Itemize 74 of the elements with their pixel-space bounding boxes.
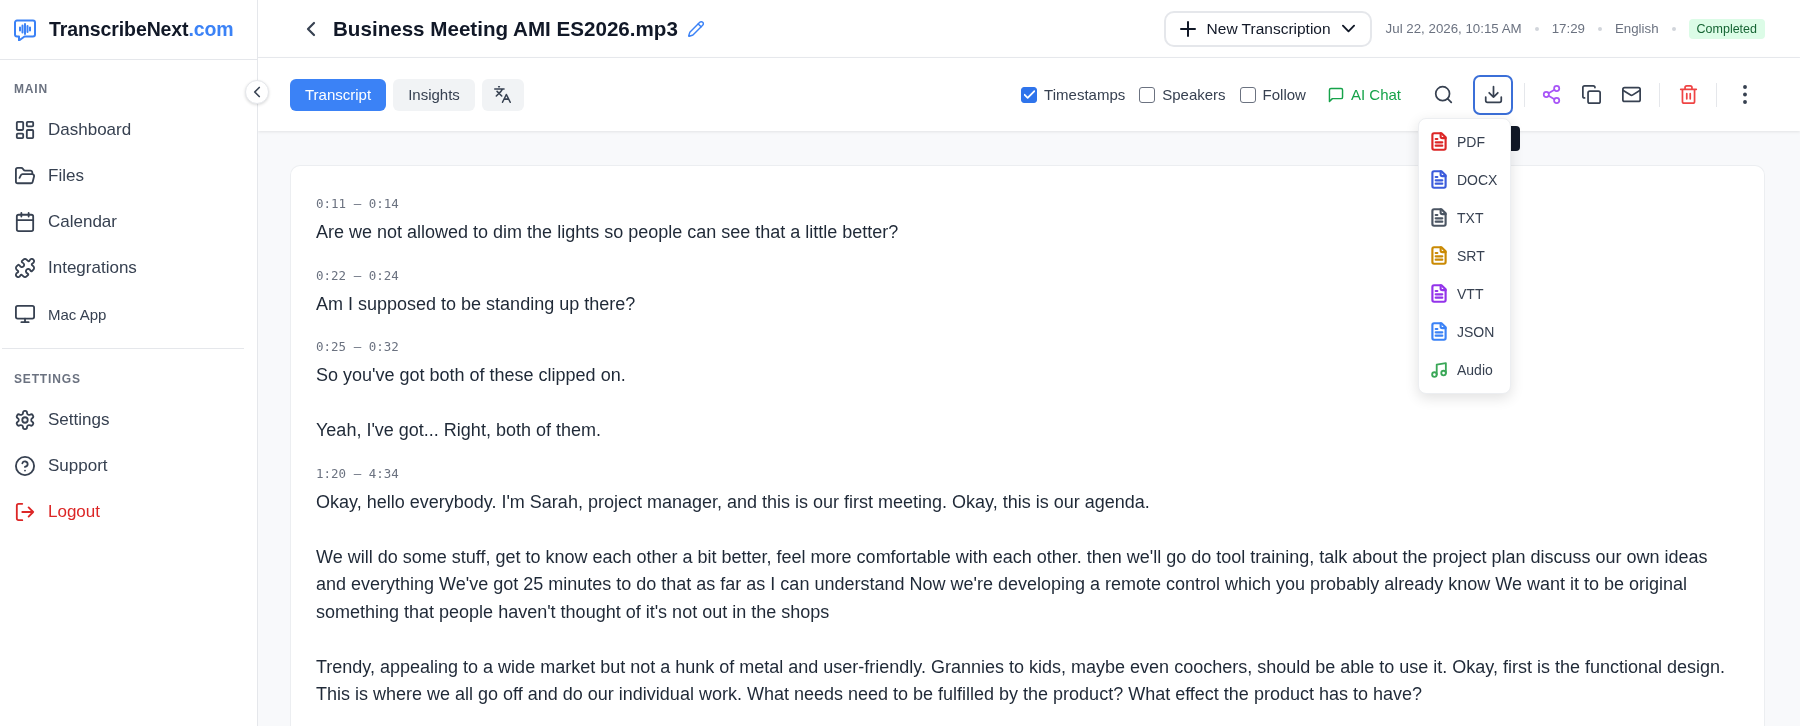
- logout-icon: [15, 502, 35, 522]
- copy-icon: [1581, 85, 1601, 104]
- menu-item[interactable]: PDF: [1419, 122, 1510, 161]
- share-icon: [1541, 85, 1561, 104]
- sidebar-item[interactable]: Dashboard: [0, 107, 257, 153]
- mail-icon: [1621, 85, 1641, 104]
- transcript-paragraph: Are we not allowed to dim the lights so people can see that a little better?: [316, 221, 899, 244]
- date-text: Jul 22, 2026, 10:15 AM: [1385, 21, 1522, 36]
- caret-icon: [1341, 22, 1355, 35]
- section-title: SETTINGS: [14, 371, 81, 388]
- timestamp: 1:20 – 4:34: [316, 464, 399, 483]
- checkbox-option[interactable]: Speakers: [1139, 86, 1226, 103]
- waveform-bubble-icon: [14, 18, 36, 41]
- menu-item[interactable]: JSON: [1419, 312, 1510, 351]
- menu-item[interactable]: Audio: [1419, 350, 1510, 389]
- transcript-paragraph: Trendy, appealing to a wide market but not a hunk of metal and user-friendly. Grannies to kids, maybe even coochers, should be able to use it. Okay, first is the functional design. This is where we all go off and do our individual work. What needs need to be fulfilled by the product? What effect the product has to have?: [316, 655, 1727, 706]
- search-icon: [1433, 85, 1453, 104]
- checkbox[interactable]: [1021, 86, 1038, 103]
- checkbox[interactable]: [1239, 86, 1256, 103]
- check-icon: [1023, 89, 1035, 100]
- duration-text: 17:29: [1551, 21, 1585, 36]
- tooltip: [1511, 125, 1520, 151]
- tab[interactable]: Transcript: [290, 78, 387, 111]
- transcript-paragraph: We will do some stuff, get to know each other a bit better, feel more comfortable with each other. then we'll go do tool training, talk about the project plan discuss our own ideas and everything We've got 25 minutes to do that as far as I can understand Now we're developing a remote control which you probably already know We want it to be original something that people haven't thought of it's not out in the shops: [316, 545, 1709, 624]
- new-transcription-button[interactable]: New Transcription: [1163, 10, 1372, 47]
- logo-text: TranscribeNext.com: [49, 18, 234, 41]
- checkbox-option[interactable]: Timestamps: [1021, 86, 1126, 103]
- download-icon: [1483, 85, 1503, 104]
- folder-icon: [15, 166, 35, 186]
- calendar-icon: [15, 212, 35, 232]
- settings-icon: [15, 410, 35, 430]
- translate-icon: [494, 86, 512, 103]
- plus-icon: [1179, 20, 1196, 37]
- dot-icon: [1671, 26, 1676, 31]
- translate-tab[interactable]: [481, 78, 524, 111]
- help-icon: [15, 456, 35, 476]
- download-button[interactable]: [1473, 74, 1513, 115]
- checkbox-option[interactable]: Follow: [1239, 86, 1306, 103]
- sidebar-item[interactable]: Support: [0, 443, 257, 489]
- transcript-paragraph: Yeah, I've got... Right, both of them.: [316, 419, 601, 442]
- sidebar-item[interactable]: Files: [0, 153, 257, 199]
- monitor-icon: [15, 304, 35, 324]
- dot-icon: [1597, 26, 1602, 31]
- language-text: English: [1614, 21, 1659, 36]
- trash-icon: [1678, 85, 1698, 104]
- timestamp: 0:11 – 0:14: [316, 195, 399, 213]
- more-icon: [1743, 85, 1747, 104]
- chat-bubble-icon: [1327, 86, 1344, 103]
- sidebar-item[interactable]: Mac App: [0, 291, 257, 337]
- menu-item[interactable]: VTT: [1419, 274, 1510, 313]
- checkbox[interactable]: [1139, 86, 1156, 103]
- dot-icon: [1534, 26, 1539, 31]
- chevron-left-icon: [251, 86, 263, 98]
- collapse-button[interactable]: [245, 80, 269, 104]
- edit-button[interactable]: [685, 18, 706, 39]
- menu-item[interactable]: SRT: [1419, 236, 1510, 275]
- sidebar-item[interactable]: Integrations: [0, 245, 257, 291]
- transcript-paragraph: Am I supposed to be standing up there?: [316, 292, 636, 316]
- sidebar-item[interactable]: Settings: [0, 397, 257, 443]
- menu-item[interactable]: TXT: [1419, 198, 1510, 237]
- menu-item[interactable]: DOCX: [1419, 160, 1510, 199]
- transcript-paragraph: Okay, hello everybody. I'm Sarah, project manager, and this is our first meeting. Okay, this is our agenda.: [316, 490, 1150, 514]
- dashboard-icon: [15, 120, 35, 140]
- timestamp: 0:22 – 0:24: [316, 266, 399, 285]
- section-title: MAIN: [14, 81, 49, 98]
- file-title: Business Meeting AMI ES2026.mp3: [333, 16, 678, 41]
- transcript-paragraph: So you've got both of these clipped on.: [316, 364, 626, 387]
- status-badge: Completed: [1688, 18, 1765, 39]
- puzzle-icon: [15, 258, 35, 278]
- sidebar-item[interactable]: Calendar: [0, 199, 257, 245]
- tab[interactable]: Insights: [393, 78, 475, 111]
- timestamp: 0:25 – 0:32: [316, 338, 399, 356]
- sidebar-item[interactable]: Logout: [0, 489, 257, 535]
- pencil-icon: [687, 20, 704, 37]
